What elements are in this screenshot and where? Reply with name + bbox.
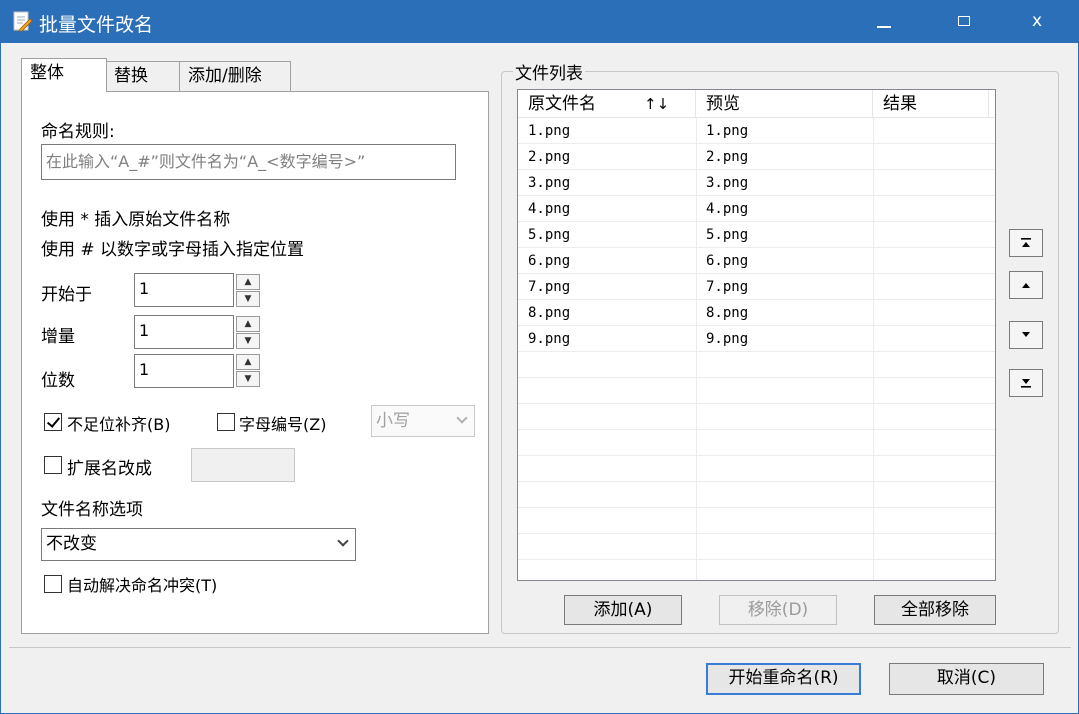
naming-rule-label: 命名规则: <box>41 122 115 142</box>
extension-label: 扩展名改成 <box>67 459 152 479</box>
chevron-up-icon[interactable]: ▲ <box>236 354 260 370</box>
extension-input[interactable] <box>191 448 295 482</box>
chevron-down-icon[interactable]: ▼ <box>236 371 260 387</box>
auto-resolve-label: 自动解决命名冲突(T) <box>67 576 218 595</box>
batch-rename-window: 批量文件改名 x 整体 替换 添加/删除 命名规则: 在此输入“A_#”则文件名… <box>0 0 1079 714</box>
pad-label: 不足位补齐(B) <box>67 415 171 434</box>
chevron-down-icon[interactable]: ▼ <box>236 291 260 307</box>
chevron-down-icon <box>337 535 349 547</box>
digits-label: 位数 <box>41 371 75 391</box>
filename-option-select[interactable]: 不改变 <box>41 528 356 561</box>
auto-resolve-checkbox[interactable] <box>44 575 62 593</box>
start-at-label: 开始于 <box>41 285 92 305</box>
chevron-down-icon <box>456 412 468 424</box>
naming-rule-input[interactable]: 在此输入“A_#”则文件名为“A_<数字编号>” <box>41 144 456 180</box>
filename-option-label: 文件名称选项 <box>41 500 143 520</box>
extension-checkbox[interactable] <box>44 456 62 474</box>
digits-input[interactable]: 1 <box>134 354 234 388</box>
pad-checkbox[interactable] <box>44 413 62 431</box>
start-at-stepper[interactable]: ▲ ▼ <box>236 274 260 308</box>
letter-number-checkbox[interactable] <box>217 413 235 431</box>
chevron-down-icon[interactable]: ▼ <box>236 333 260 349</box>
filename-option-value: 不改变 <box>46 534 97 554</box>
case-select-value: 小写 <box>376 411 410 431</box>
digits-stepper[interactable]: ▲ ▼ <box>236 354 260 388</box>
increment-stepper[interactable]: ▲ ▼ <box>236 316 260 350</box>
increment-label: 增量 <box>41 327 75 347</box>
hint-hash: 使用 # 以数字或字母插入指定位置 <box>41 240 305 260</box>
hint-star: 使用 * 插入原始文件名称 <box>41 210 231 230</box>
letter-number-label: 字母编号(Z) <box>239 415 327 434</box>
start-at-input[interactable]: 1 <box>134 273 234 307</box>
chevron-up-icon[interactable]: ▲ <box>236 274 260 290</box>
increment-input[interactable]: 1 <box>134 315 234 349</box>
case-select[interactable]: 小写 <box>371 405 475 437</box>
chevron-up-icon[interactable]: ▲ <box>236 316 260 332</box>
